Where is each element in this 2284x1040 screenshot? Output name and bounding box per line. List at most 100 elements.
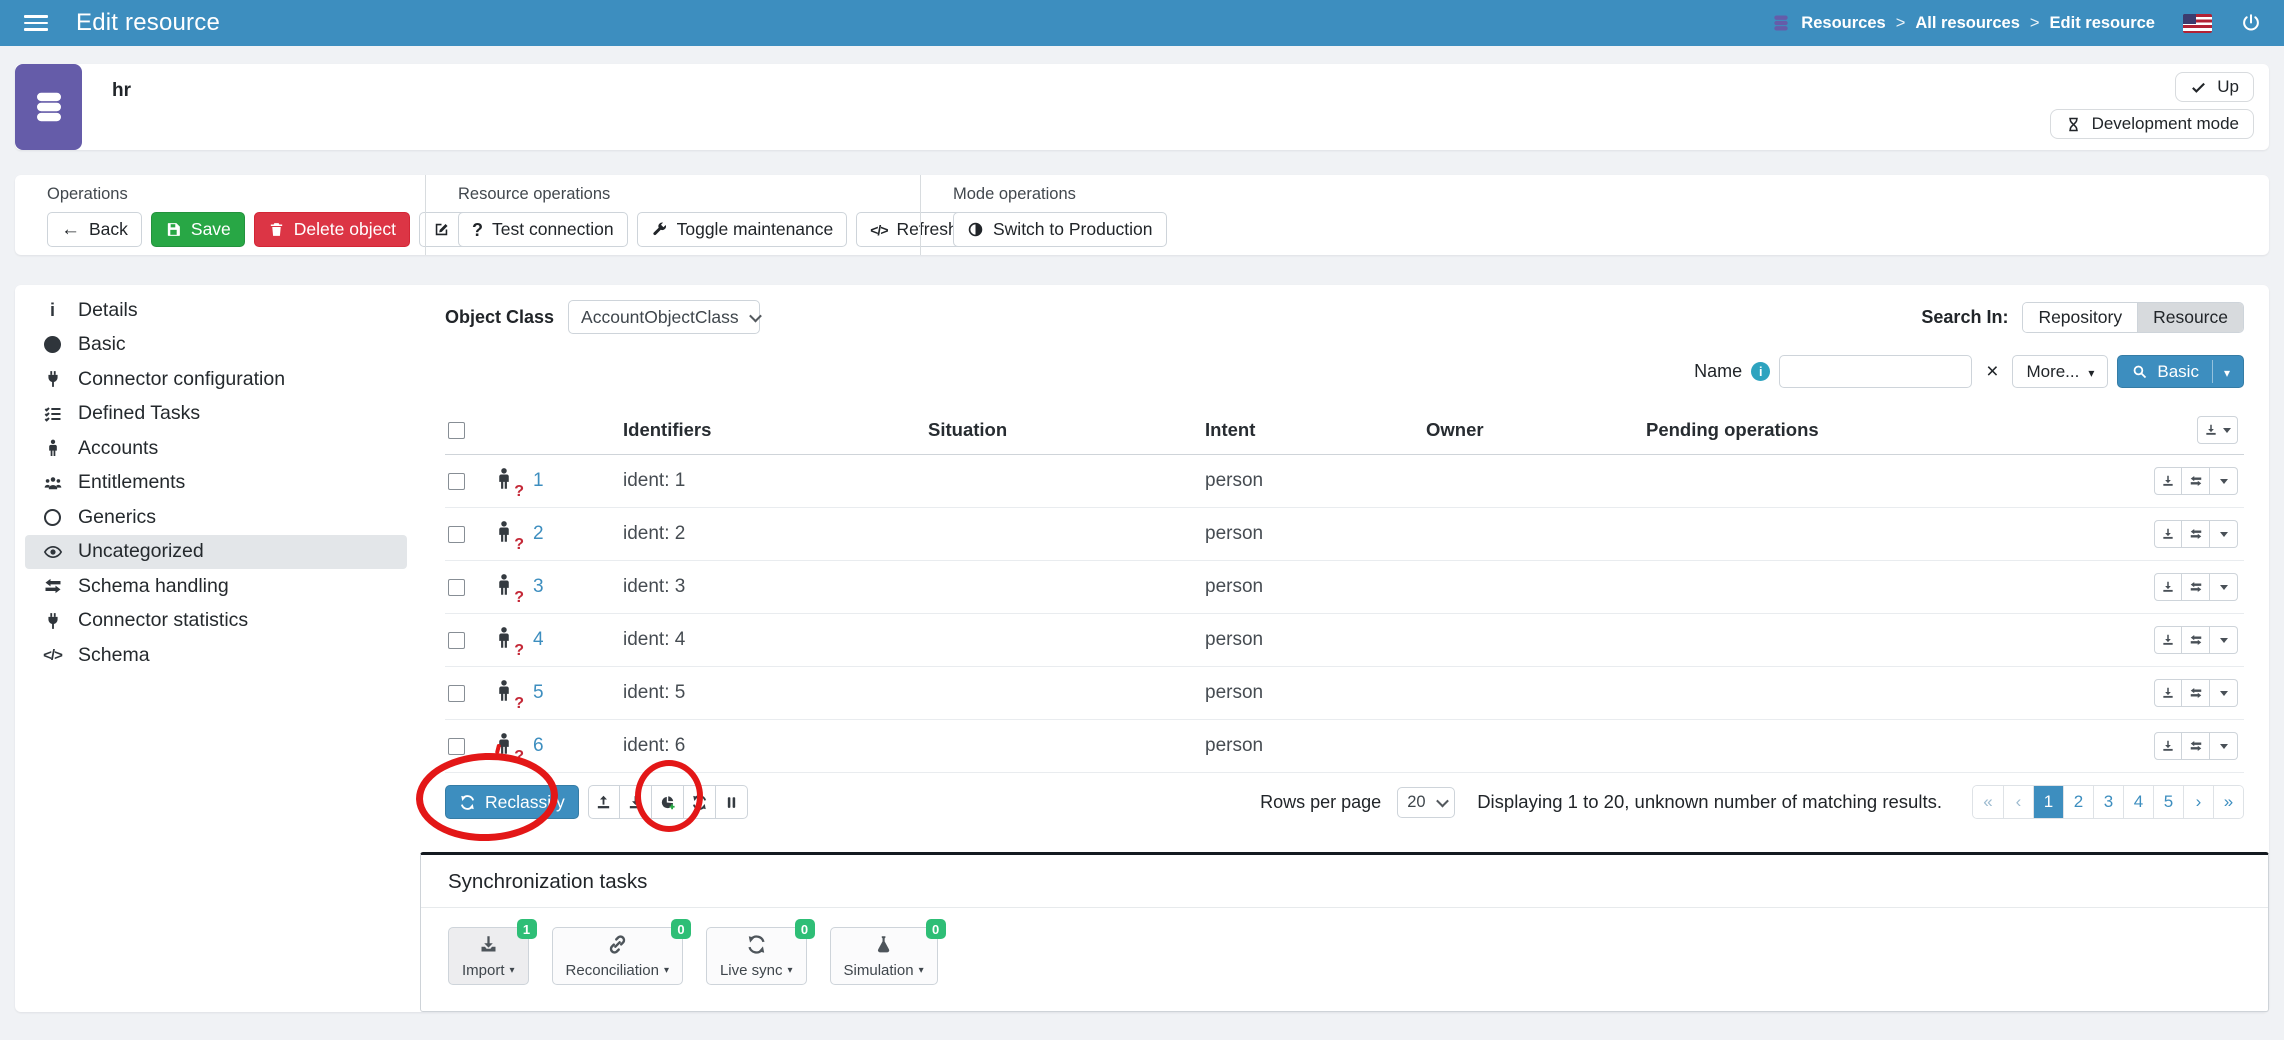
row-id-link[interactable]: 6 [533,735,544,756]
sidebar-item-defined-tasks[interactable]: Defined Tasks [25,397,407,432]
row-download-button[interactable] [2154,679,2182,707]
row-menu-button[interactable] [2210,732,2238,760]
sidebar-item-details[interactable]: i Details [25,293,407,328]
column-pending-operations[interactable]: Pending operations [1643,408,2063,455]
row-id-link[interactable]: 1 [533,470,544,491]
row-checkbox[interactable] [448,473,465,490]
circle-half-icon [967,221,984,238]
row-menu-button[interactable] [2210,520,2238,548]
breadcrumb-item-edit-resource[interactable]: Edit resource [2050,14,2155,33]
more-filters-button[interactable]: More... ▾ [2012,355,2108,388]
operations-toolbar: Operations ← Back Save Delete object Edi… [15,175,2269,255]
row-download-button[interactable] [2154,520,2182,548]
code-icon: </> [870,222,887,238]
save-button[interactable]: Save [151,212,245,247]
row-transfer-button[interactable] [2182,520,2210,548]
pagination-page-1[interactable]: 1 [2033,786,2063,818]
pagination-next[interactable]: › [2183,786,2213,818]
refresh-table-button[interactable] [684,785,716,819]
import-task-button[interactable]: 1 Import▾ [448,927,529,985]
search-in-repository-button[interactable]: Repository [2023,303,2137,332]
power-logout-icon[interactable] [2240,12,2262,34]
row-menu-button[interactable] [2210,573,2238,601]
test-connection-button[interactable]: ? Test connection [458,212,628,247]
row-transfer-button[interactable] [2182,626,2210,654]
pagination-first[interactable]: « [1973,786,2003,818]
row-download-button[interactable] [2154,573,2182,601]
row-menu-button[interactable] [2210,679,2238,707]
row-id-link[interactable]: 3 [533,576,544,597]
row-checkbox[interactable] [448,685,465,702]
sidebar-item-schema[interactable]: </> Schema [25,638,407,673]
create-report-button[interactable] [652,785,684,819]
row-download-button[interactable] [2154,467,2182,495]
row-checkbox[interactable] [448,738,465,755]
row-transfer-button[interactable] [2182,679,2210,707]
us-flag-icon[interactable] [2183,14,2212,33]
pause-columns-button[interactable] [716,785,748,819]
live-sync-task-button[interactable]: 0 Live sync▾ [706,927,807,985]
sidebar-item-entitlements[interactable]: Entitlements [25,466,407,501]
row-download-button[interactable] [2154,626,2182,654]
export-objects-button[interactable] [620,785,652,819]
cell-identifier: ident: 6 [620,720,925,773]
column-intent[interactable]: Intent [1202,408,1423,455]
sidebar-item-generics[interactable]: Generics [25,500,407,535]
pagination-page-4[interactable]: 4 [2123,786,2153,818]
row-checkbox[interactable] [448,632,465,649]
name-search-input[interactable] [1779,355,1972,388]
sidebar-item-connector-configuration[interactable]: Connector configuration [25,362,407,397]
column-identifiers[interactable]: Identifiers [620,408,925,455]
column-owner[interactable]: Owner [1423,408,1643,455]
clear-search-icon[interactable]: × [1981,361,2003,382]
row-id-link[interactable]: 5 [533,682,544,703]
object-class-select[interactable]: AccountObjectClass [568,300,760,334]
row-transfer-button[interactable] [2182,573,2210,601]
row-id-link[interactable]: 4 [533,629,544,650]
back-button[interactable]: ← Back [47,212,142,247]
caret-down-icon[interactable]: ▾ [2224,367,2230,379]
sidebar-item-schema-handling[interactable]: Schema handling [25,569,407,604]
basic-search-button[interactable]: Basic ▾ [2117,355,2244,388]
import-task-count-badge: 1 [517,919,537,939]
cell-owner [1423,667,1643,720]
row-transfer-button[interactable] [2182,732,2210,760]
breadcrumb-item-all-resources[interactable]: All resources [1915,14,2020,33]
row-id-link[interactable]: 2 [533,523,544,544]
resource-sidebar-menu: i Details Basic Connector configuration … [25,293,407,673]
row-download-button[interactable] [2154,732,2182,760]
pagination-page-5[interactable]: 5 [2153,786,2183,818]
sidebar-item-uncategorized[interactable]: Uncategorized [25,535,407,570]
search-in-resource-button[interactable]: Resource [2137,303,2243,332]
account-shadow-icon: ? [493,466,517,496]
row-checkbox[interactable] [448,526,465,543]
simulation-task-button[interactable]: 0 Simulation▾ [830,927,938,985]
row-transfer-button[interactable] [2182,467,2210,495]
hamburger-menu-icon[interactable] [24,15,48,31]
unknown-situation-badge: ? [514,536,524,554]
delete-object-button[interactable]: Delete object [254,212,410,247]
select-all-checkbox[interactable] [448,422,465,439]
pagination-page-2[interactable]: 2 [2063,786,2093,818]
breadcrumb-item-resources[interactable]: Resources [1801,14,1885,33]
rows-per-page-select[interactable]: 20 [1397,787,1455,818]
import-objects-button[interactable] [588,785,620,819]
pagination-page-3[interactable]: 3 [2093,786,2123,818]
row-checkbox[interactable] [448,579,465,596]
reclassify-button[interactable]: Reclassify [445,785,579,819]
column-situation[interactable]: Situation [925,408,1202,455]
refresh-icon [459,794,476,811]
toggle-maintenance-button[interactable]: Toggle maintenance [637,212,848,247]
sidebar-item-accounts[interactable]: Accounts [25,431,407,466]
switch-to-production-button[interactable]: Switch to Production [953,212,1167,247]
reconciliation-task-button[interactable]: 0 Reconciliation▾ [552,927,683,985]
sidebar-item-connector-statistics[interactable]: Connector statistics [25,604,407,639]
info-icon[interactable]: i [1751,362,1770,381]
sidebar-item-basic[interactable]: Basic [25,328,407,363]
row-menu-button[interactable] [2210,467,2238,495]
pagination-last[interactable]: » [2213,786,2243,818]
row-menu-button[interactable] [2210,626,2238,654]
table-export-button[interactable] [2197,416,2238,444]
pagination-prev[interactable]: ‹ [2003,786,2033,818]
cell-intent: person [1202,667,1423,720]
